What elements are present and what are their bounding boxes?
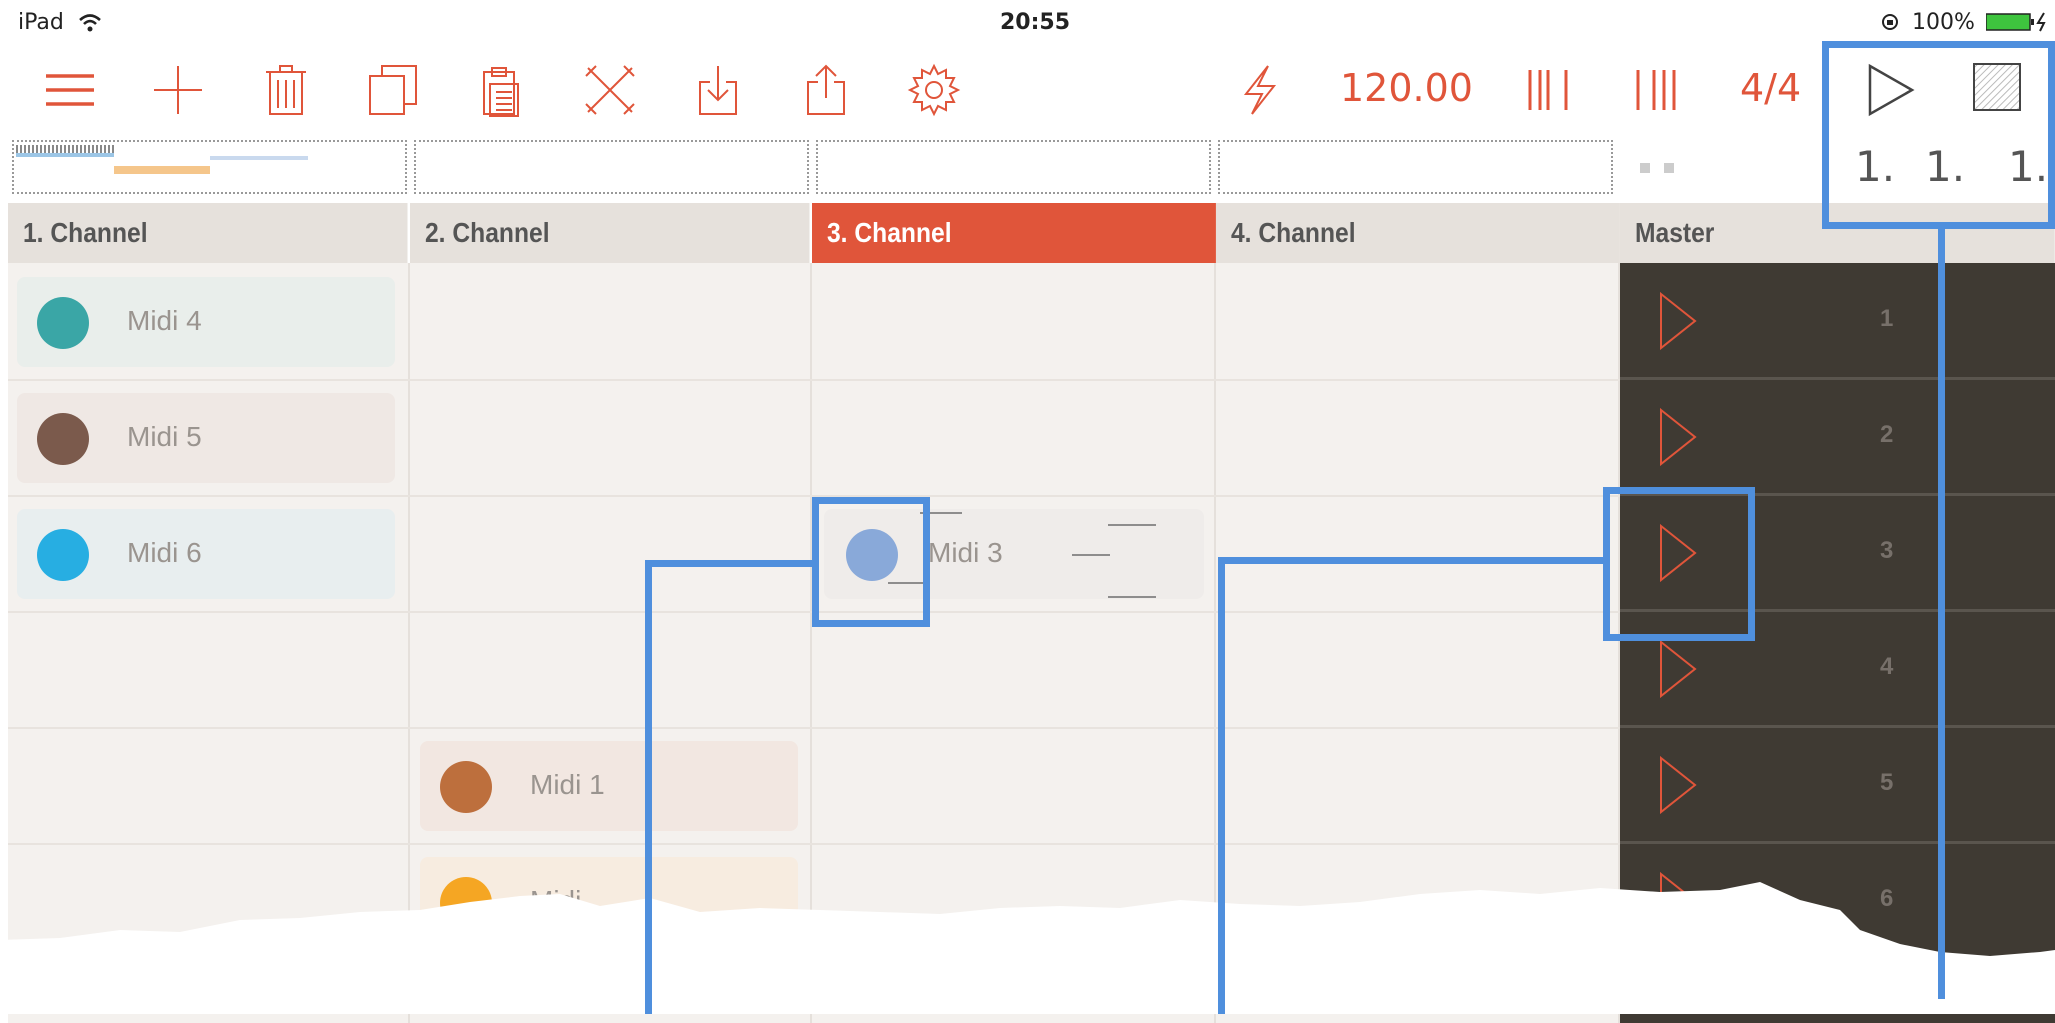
bars-icon[interactable]: [1526, 62, 1582, 118]
plus-icon[interactable]: [150, 62, 206, 118]
overview-bar: [210, 156, 308, 160]
callout-line: [1218, 557, 1225, 1014]
clip-color-dot: [440, 761, 492, 813]
import-icon[interactable]: [690, 62, 746, 118]
transport-highlight: [1822, 41, 2055, 229]
paste-icon[interactable]: [474, 62, 530, 118]
wifi-icon: [79, 14, 101, 32]
channel-header-3[interactable]: 3. Channel: [812, 203, 1216, 263]
clip-midi-4[interactable]: Midi 4: [17, 277, 395, 367]
channel-header-1[interactable]: 1. Channel: [8, 203, 408, 263]
overview-bar: [16, 145, 114, 153]
scene-number: 1: [1880, 305, 1894, 332]
callout-line: [645, 560, 652, 1014]
tempo-value[interactable]: 120.00: [1340, 66, 1473, 110]
scene-number: 3: [1880, 537, 1894, 564]
device-name: iPad: [18, 10, 64, 35]
clip-midi-1[interactable]: Midi 1: [420, 741, 798, 831]
lightning-icon[interactable]: [1232, 62, 1288, 118]
channel-overview-3[interactable]: [816, 140, 1211, 194]
overview-bar: [16, 153, 114, 157]
channel-header-4[interactable]: 4. Channel: [1216, 203, 1620, 263]
scene-row[interactable]: 5: [1620, 727, 2055, 844]
overview-bar: [114, 166, 210, 174]
overview-dot: [1664, 163, 1674, 173]
callout-line: [1938, 229, 1945, 999]
clip-midi-6[interactable]: Midi 6: [17, 509, 395, 599]
clip-color-dot: [37, 297, 89, 349]
row-divider: [8, 843, 1620, 845]
callout-line: [645, 560, 812, 567]
torn-edge-overlay: [0, 882, 2055, 1014]
callout-line: [1218, 557, 1603, 564]
clip-color-dot: [37, 529, 89, 581]
scene-number: 2: [1880, 421, 1894, 448]
status-bar: iPad 20:55 100%: [0, 0, 2055, 46]
clip-label: Midi 5: [127, 421, 202, 452]
channel-header-2[interactable]: 2. Channel: [410, 203, 810, 263]
scene-number: 4: [1880, 653, 1894, 680]
battery-percent: 100%: [1912, 10, 1975, 35]
rotation-lock-icon: [1882, 14, 1898, 30]
beats-icon[interactable]: [1634, 62, 1690, 118]
cut-icon[interactable]: [582, 62, 638, 118]
clip-midi-5[interactable]: Midi 5: [17, 393, 395, 483]
channel-overview-4[interactable]: [1218, 140, 1613, 194]
scene-play-icon[interactable]: [1658, 291, 1698, 351]
gear-icon[interactable]: [906, 62, 962, 118]
clip-label: Midi 1: [530, 769, 605, 800]
scene-play-icon[interactable]: [1658, 755, 1698, 815]
share-icon[interactable]: [798, 62, 854, 118]
clip-highlight: [812, 497, 930, 627]
scene-number: 5: [1880, 769, 1894, 796]
clip-color-dot: [37, 413, 89, 465]
battery-icon: [1986, 12, 2046, 32]
row-divider: [8, 379, 1620, 381]
overview-dot: [1640, 163, 1650, 173]
channel-overview-1[interactable]: [12, 140, 407, 194]
scene-row[interactable]: 1: [1620, 263, 2055, 380]
channel-overview-2[interactable]: [414, 140, 809, 194]
scene-row[interactable]: 2: [1620, 379, 2055, 496]
clip-label: Midi 4: [127, 305, 202, 336]
row-divider: [8, 727, 1620, 729]
menu-icon[interactable]: [42, 62, 98, 118]
scene-play-icon[interactable]: [1658, 407, 1698, 467]
copy-icon[interactable]: [366, 62, 422, 118]
scene-play-highlight: [1603, 487, 1755, 641]
trash-icon[interactable]: [258, 62, 314, 118]
clip-label: Midi 6: [127, 537, 202, 568]
status-time: 20:55: [1000, 10, 1071, 35]
scene-play-icon[interactable]: [1658, 639, 1698, 699]
time-signature[interactable]: 4/4: [1740, 66, 1801, 110]
